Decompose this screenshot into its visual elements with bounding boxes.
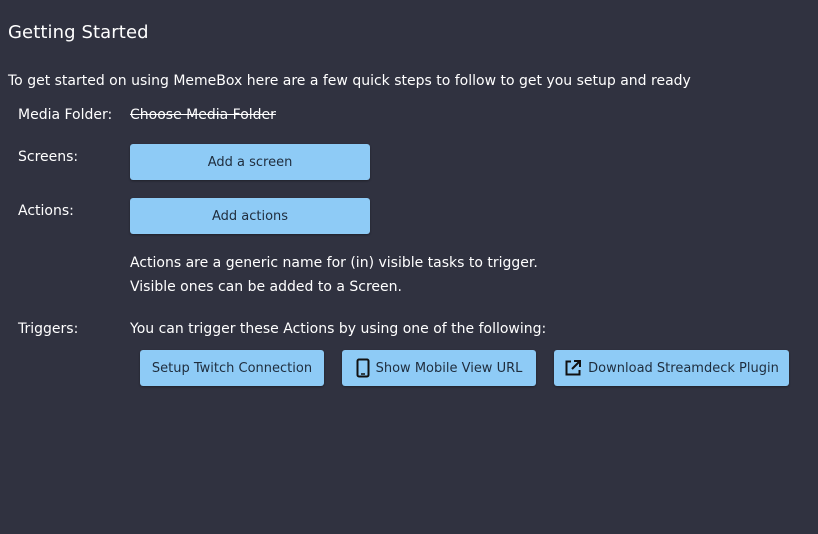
actions-help-line-1: Actions are a generic name for (in) visi… [130,255,538,271]
getting-started-page: Getting Started To get started on using … [0,0,818,534]
add-actions-button[interactable]: Add actions [130,198,370,234]
add-screen-button-label: Add a screen [207,154,293,170]
setup-twitch-connection-label: Setup Twitch Connection [151,360,313,376]
triggers-label: Triggers: [18,321,79,337]
download-streamdeck-plugin-button[interactable]: Download Streamdeck Plugin [554,350,789,386]
setup-twitch-connection-button[interactable]: Setup Twitch Connection [140,350,324,386]
screens-label: Screens: [18,149,79,165]
show-mobile-view-url-button[interactable]: Show Mobile View URL [342,350,536,386]
page-title: Getting Started [8,22,149,43]
actions-help-line-2: Visible ones can be added to a Screen. [130,279,402,295]
download-streamdeck-plugin-label: Download Streamdeck Plugin [588,360,779,376]
actions-label: Actions: [18,203,74,219]
add-actions-button-label: Add actions [211,208,289,224]
add-screen-button[interactable]: Add a screen [130,144,370,180]
intro-text: To get started on using MemeBox here are… [8,73,691,89]
choose-media-folder-link[interactable]: Choose Media Folder [130,106,276,124]
show-mobile-view-url-label: Show Mobile View URL [375,360,523,376]
triggers-description: You can trigger these Actions by using o… [130,321,547,337]
mobile-phone-icon [356,358,370,378]
media-folder-label: Media Folder: [18,107,113,123]
open-in-new-icon [564,359,582,377]
